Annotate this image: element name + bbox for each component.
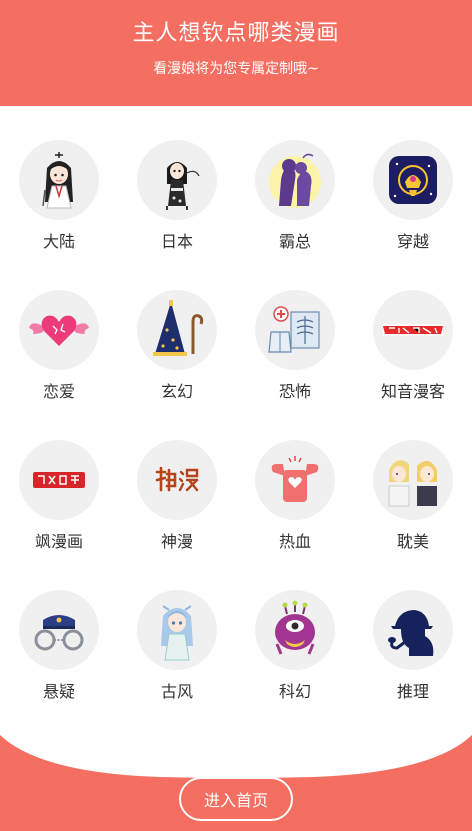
wizard-hat-icon <box>153 300 204 356</box>
category-label: 飒漫画 <box>34 532 83 551</box>
category-grid: 大陆 日本 霸总 穿越 恋爱 玄幻 恐怖 知音漫客 飒漫画 神漫 热血 耽美 悬… <box>0 140 472 740</box>
winged-heart-icon <box>29 315 89 346</box>
category-item-tuili[interactable]: 推理 <box>354 590 472 740</box>
category-label: 穿越 <box>396 232 429 251</box>
category-label: 知音漫客 <box>380 382 445 401</box>
medical-xray-icon <box>268 306 320 353</box>
category-item-gufeng[interactable]: 古风 <box>118 590 236 740</box>
couple-kiss-icon <box>269 153 321 208</box>
detective-icon <box>388 610 434 656</box>
category-icon-circle <box>137 590 217 670</box>
category-item-bazong[interactable]: 霸总 <box>236 140 354 290</box>
category-item-danmei[interactable]: 耽美 <box>354 440 472 590</box>
category-label: 霸总 <box>278 232 311 251</box>
strong-heart-icon <box>271 456 319 502</box>
category-item-lianai[interactable]: 恋爱 <box>0 290 118 440</box>
category-item-xuanhuan[interactable]: 玄幻 <box>118 290 236 440</box>
category-icon-circle <box>19 590 99 670</box>
category-icon-circle <box>255 290 335 370</box>
category-label: 科幻 <box>278 682 311 701</box>
sa-manhua-logo-icon <box>33 472 85 488</box>
chinese-girl-icon <box>42 152 73 209</box>
alien-icon <box>275 600 315 655</box>
category-item-zhiyin-manke[interactable]: 知音漫客 <box>354 290 472 440</box>
category-item-xuanyi[interactable]: 悬疑 <box>0 590 118 740</box>
page-subtitle: 看漫娘将为您专属定制哦~ <box>153 61 319 77</box>
category-icon-circle <box>373 440 453 520</box>
category-label: 热血 <box>278 532 311 551</box>
enter-home-button[interactable]: 进入首页 <box>179 777 293 821</box>
category-icon-circle <box>137 290 217 370</box>
kimono-girl-icon <box>166 162 200 210</box>
category-icon-circle <box>373 140 453 220</box>
category-icon-circle <box>137 440 217 520</box>
header-banner: 主人想钦点哪类漫画 看漫娘将为您专属定制哦~ <box>0 0 472 106</box>
category-label: 恐怖 <box>278 382 311 401</box>
category-icon-circle <box>255 590 335 670</box>
category-item-chuanyue[interactable]: 穿越 <box>354 140 472 290</box>
blonde-boys-icon <box>388 460 437 507</box>
category-icon-circle <box>19 440 99 520</box>
handcuffs-icon <box>34 615 84 651</box>
portal-icon <box>389 156 437 204</box>
category-item-sa-manhua[interactable]: 飒漫画 <box>0 440 118 590</box>
category-label: 推理 <box>396 682 429 701</box>
ancient-girl-icon <box>161 605 193 661</box>
page-title: 主人想钦点哪类漫画 <box>132 21 340 46</box>
category-item-dalu[interactable]: 大陆 <box>0 140 118 290</box>
category-icon-circle <box>137 140 217 220</box>
category-label: 古风 <box>160 682 193 701</box>
category-label: 耽美 <box>396 532 429 551</box>
category-label: 悬疑 <box>42 682 75 701</box>
category-icon-circle <box>19 290 99 370</box>
category-icon-circle <box>255 140 335 220</box>
shenman-logo-icon <box>155 466 199 492</box>
zhiyin-manke-logo-icon <box>383 324 443 336</box>
category-item-rexue[interactable]: 热血 <box>236 440 354 590</box>
category-item-shenman[interactable]: 神漫 <box>118 440 236 590</box>
category-icon-circle <box>373 290 453 370</box>
category-icon-circle <box>373 590 453 670</box>
category-icon-circle <box>19 140 99 220</box>
category-item-kongbu[interactable]: 恐怖 <box>236 290 354 440</box>
category-label: 玄幻 <box>160 382 193 401</box>
category-icon-circle <box>255 440 335 520</box>
category-label: 日本 <box>160 232 193 251</box>
category-label: 大陆 <box>42 232 75 251</box>
category-item-kehuan[interactable]: 科幻 <box>236 590 354 740</box>
category-item-riben[interactable]: 日本 <box>118 140 236 290</box>
category-label: 神漫 <box>160 532 193 551</box>
category-label: 恋爱 <box>42 382 75 401</box>
